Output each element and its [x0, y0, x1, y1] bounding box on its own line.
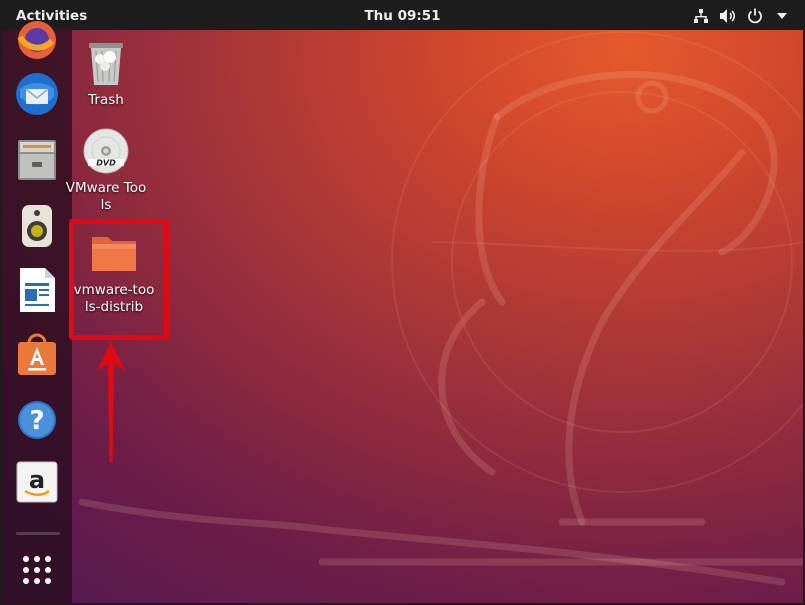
rhythmbox-icon [17, 203, 57, 253]
dock-item-firefox[interactable] [15, 20, 59, 64]
trash-icon [81, 38, 131, 88]
dock-item-ubuntu-software[interactable] [15, 333, 59, 381]
desktop-screen: Activities Thu 09:51 ? a Trash DVD VMwar… [2, 2, 803, 603]
power-icon[interactable] [746, 7, 764, 25]
thunderbird-icon [14, 71, 60, 121]
dvd-icon: DVD [81, 126, 131, 176]
dock-item-libreoffice-writer[interactable] [15, 267, 59, 317]
svg-text:DVD: DVD [96, 159, 116, 168]
desktop-icon-vmware-tools-distrib[interactable]: vmware-tools-distrib [72, 228, 156, 316]
dock-separator [16, 532, 60, 535]
desktop-icon-label: VMware Tools [65, 180, 147, 213]
dock-item-show-applications[interactable] [15, 550, 59, 594]
software-icon [15, 333, 59, 381]
dock-item-rhythmbox[interactable] [15, 203, 59, 253]
desktop-icon-label: vmware-tools-distrib [73, 282, 155, 315]
desktop-icon-trash[interactable]: Trash [64, 38, 148, 109]
svg-text:?: ? [29, 406, 44, 436]
folder-icon [89, 228, 139, 278]
volume-icon[interactable] [719, 7, 737, 25]
dock-item-amazon[interactable]: a [15, 461, 59, 507]
dock-item-files[interactable] [15, 140, 59, 184]
annotation-arrow-icon [97, 342, 125, 462]
dock: ? a [2, 21, 72, 603]
chevron-down-icon[interactable] [773, 7, 791, 25]
dock-item-thunderbird[interactable] [14, 71, 60, 121]
amazon-icon: a [16, 461, 58, 507]
help-icon: ? [16, 399, 58, 445]
writer-icon [17, 267, 57, 317]
files-icon [16, 138, 58, 186]
desktop-icon-vmware-tools[interactable]: DVD VMware Tools [64, 126, 148, 214]
desktop-icon-label: Trash [88, 92, 124, 108]
firefox-icon [16, 19, 58, 65]
app-grid-icon [20, 553, 54, 591]
top-bar: Activities Thu 09:51 [2, 2, 803, 30]
svg-text:a: a [29, 466, 45, 494]
network-icon[interactable] [692, 7, 710, 25]
clock[interactable]: Thu 09:51 [343, 8, 463, 24]
system-tray[interactable] [692, 6, 791, 26]
dock-item-help[interactable]: ? [15, 400, 59, 444]
